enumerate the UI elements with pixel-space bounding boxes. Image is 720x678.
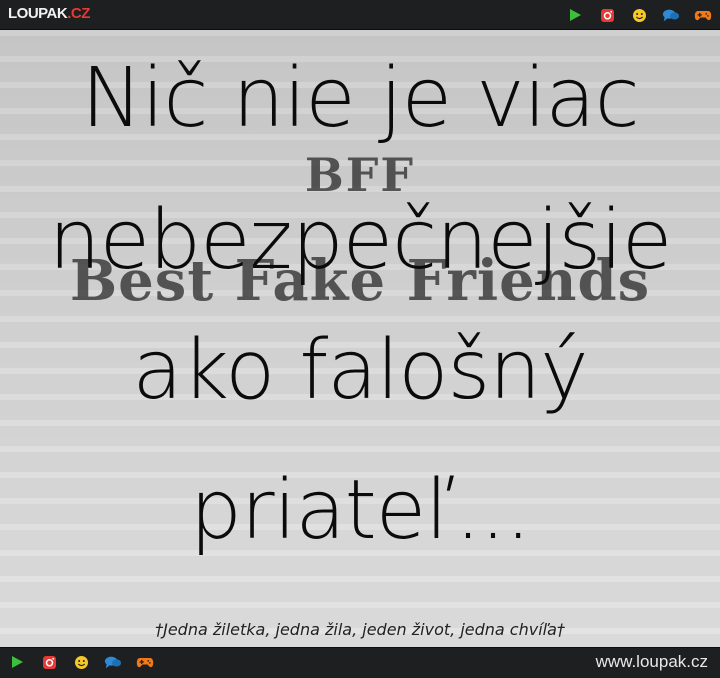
meme-image: BFF Best Fake Friends Nič nie je viac ne… [0, 30, 720, 647]
logo-tld: .CZ [67, 5, 90, 22]
gamepad-icon[interactable] [136, 653, 154, 671]
instagram-icon[interactable] [598, 6, 616, 24]
quote-line-3: ako falošný [132, 323, 588, 418]
site-logo[interactable]: LOUPAK.CZ [8, 5, 90, 23]
instagram-icon[interactable] [40, 653, 58, 671]
quote-line-2: nebezpečnejšie [48, 193, 673, 288]
top-bar: LOUPAK.CZ [0, 0, 720, 30]
bottom-icon-bar [8, 653, 154, 671]
bottom-bar: www.loupak.cz [0, 647, 720, 678]
quote-line-4: priateľ... [189, 463, 531, 558]
chat-icon[interactable] [662, 6, 680, 24]
quote-line-1: Nič nie je viac [81, 51, 639, 146]
top-icon-bar [566, 6, 712, 24]
play-icon[interactable] [566, 6, 584, 24]
gamepad-icon[interactable] [694, 6, 712, 24]
play-icon[interactable] [8, 653, 26, 671]
chat-icon[interactable] [104, 653, 122, 671]
signature-caption: †Jedna žiletka, jedna žila, jeden život,… [155, 620, 565, 639]
site-url[interactable]: www.loupak.cz [596, 652, 708, 672]
logo-name: LOUPAK [8, 5, 68, 22]
smiley-icon[interactable] [630, 6, 648, 24]
smiley-icon[interactable] [72, 653, 90, 671]
